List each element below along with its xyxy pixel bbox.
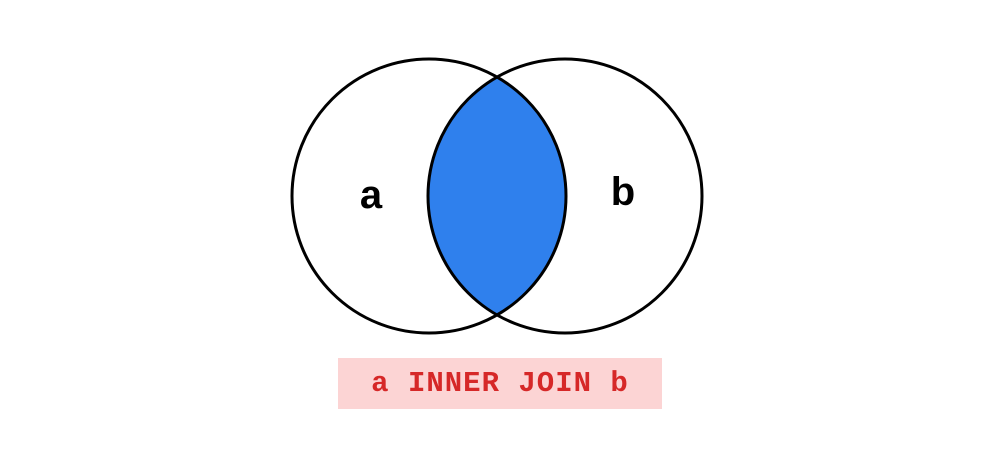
join-caption-text: a INNER JOIN b	[371, 367, 629, 400]
left-set-label: a	[360, 173, 383, 217]
join-caption: a INNER JOIN b	[338, 358, 662, 409]
right-set-label: b	[611, 170, 635, 214]
